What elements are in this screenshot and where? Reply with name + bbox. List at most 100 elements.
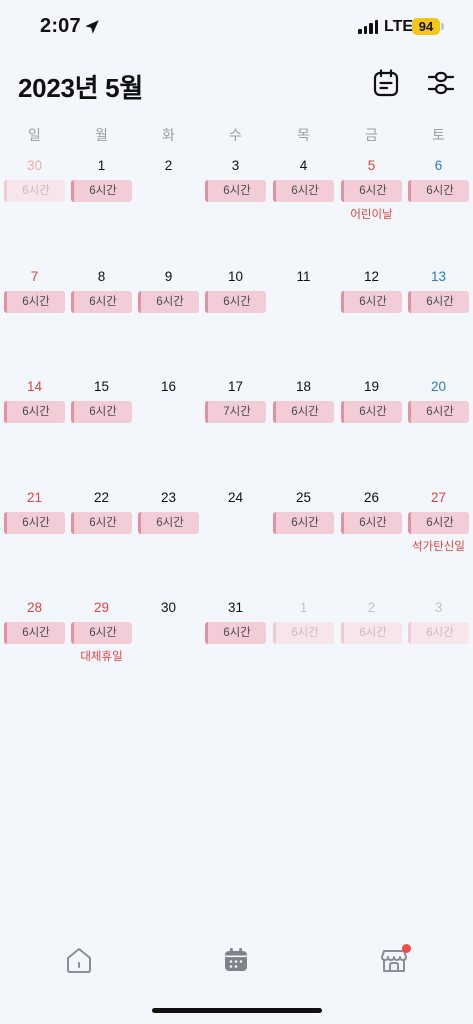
shift-badge[interactable]: 6시간 xyxy=(341,290,402,313)
shift-badge[interactable]: 6시간 xyxy=(71,622,132,644)
day-cell[interactable]: 1 6시간 xyxy=(68,150,135,260)
shift-badge[interactable]: 6시간 xyxy=(341,622,402,644)
tab-bar xyxy=(0,935,473,985)
day-number: 10 xyxy=(227,268,244,284)
weekday-label: 화 xyxy=(162,127,175,143)
shift-badge[interactable]: 6시간 xyxy=(205,180,266,202)
shift-badge[interactable]: 6시간 xyxy=(341,511,402,534)
battery-tip xyxy=(441,23,444,30)
day-cell[interactable]: 4 6시간 xyxy=(270,150,337,260)
shift-badge[interactable]: 6시간 xyxy=(4,180,65,202)
day-cell[interactable]: 9 6시간 xyxy=(135,261,202,371)
day-cell[interactable]: 3 6시간 xyxy=(405,592,472,702)
shift-badge[interactable]: 6시간 xyxy=(273,622,334,644)
week-row: 21 6시간 22 6시간 23 6시간 24 25 6시간 26 6시간 27 6시간 석가탄신일 xyxy=(0,482,473,592)
day-cell[interactable]: 16 xyxy=(135,371,202,481)
day-number: 7 xyxy=(30,268,39,284)
day-cell[interactable]: 26 6시간 xyxy=(338,482,405,592)
shift-badge[interactable]: 6시간 xyxy=(408,401,469,423)
day-number: 11 xyxy=(296,268,311,284)
day-cell[interactable]: 1 6시간 xyxy=(270,592,337,702)
tab-home[interactable] xyxy=(62,943,96,977)
shift-badge[interactable]: 6시간 xyxy=(341,180,402,202)
day-cell[interactable]: 20 6시간 xyxy=(405,371,472,481)
memo-icon xyxy=(373,69,399,97)
day-cell[interactable]: 3 6시간 xyxy=(202,150,269,260)
day-cell[interactable]: 18 6시간 xyxy=(270,371,337,481)
day-cell[interactable]: 30 xyxy=(135,592,202,702)
day-cell[interactable]: 23 6시간 xyxy=(135,482,202,592)
shift-badge[interactable]: 6시간 xyxy=(4,401,65,423)
day-cell[interactable]: 17 7시간 xyxy=(202,371,269,481)
day-number: 25 xyxy=(295,489,312,505)
shift-badge[interactable]: 6시간 xyxy=(273,401,334,423)
week-row: 7 6시간 8 6시간 9 6시간 10 6시간 11 12 6시간 13 6시간 xyxy=(0,261,473,371)
shift-badge[interactable]: 6시간 xyxy=(4,290,65,313)
shift-badge[interactable]: 6시간 xyxy=(4,511,65,534)
network-label: LTE xyxy=(384,18,414,35)
shift-badge[interactable]: 6시간 xyxy=(408,622,469,644)
week-row: 28 6시간 29 6시간 대체휴일 30 31 6시간 1 6시간 2 6시간 3 6시간 xyxy=(0,592,473,702)
day-cell[interactable]: 22 6시간 xyxy=(68,482,135,592)
shift-badge[interactable]: 6시간 xyxy=(273,511,334,534)
shift-badge[interactable]: 6시간 xyxy=(273,180,334,202)
shift-badge[interactable]: 6시간 xyxy=(138,511,199,534)
day-cell[interactable]: 8 6시간 xyxy=(68,261,135,371)
day-number: 12 xyxy=(363,268,380,284)
day-number: 31 xyxy=(227,600,244,615)
day-cell[interactable]: 7 6시간 xyxy=(1,261,68,371)
filter-button[interactable] xyxy=(425,67,457,99)
shift-badge[interactable]: 6시간 xyxy=(138,290,199,313)
day-number: 3 xyxy=(231,158,240,173)
day-number: 19 xyxy=(363,379,380,394)
day-number: 6 xyxy=(434,158,443,173)
day-cell[interactable]: 30 6시간 xyxy=(1,150,68,260)
day-number: 2 xyxy=(164,158,173,173)
tab-calendar[interactable] xyxy=(219,943,253,977)
shift-badge[interactable]: 6시간 xyxy=(71,180,132,202)
day-cell[interactable]: 2 xyxy=(135,150,202,260)
day-number: 22 xyxy=(93,489,110,505)
shift-badge[interactable]: 6시간 xyxy=(341,401,402,423)
shift-badge[interactable]: 7시간 xyxy=(205,401,266,423)
day-cell[interactable]: 19 6시간 xyxy=(338,371,405,481)
memo-button[interactable] xyxy=(370,67,402,99)
day-cell[interactable]: 24 xyxy=(202,482,269,592)
day-cell[interactable]: 15 6시간 xyxy=(68,371,135,481)
day-cell[interactable]: 31 6시간 xyxy=(202,592,269,702)
shift-badge[interactable]: 6시간 xyxy=(71,401,132,423)
day-cell[interactable]: 27 6시간 석가탄신일 xyxy=(405,482,472,592)
day-cell[interactable]: 21 6시간 xyxy=(1,482,68,592)
day-cell[interactable]: 28 6시간 xyxy=(1,592,68,702)
day-cell[interactable]: 2 6시간 xyxy=(338,592,405,702)
day-cell[interactable]: 6 6시간 xyxy=(405,150,472,260)
day-number: 3 xyxy=(434,600,443,615)
shift-badge[interactable]: 6시간 xyxy=(71,290,132,313)
location-arrow-icon xyxy=(85,20,99,34)
tab-store[interactable] xyxy=(377,943,411,977)
day-number: 9 xyxy=(164,268,173,284)
day-number: 21 xyxy=(26,489,43,505)
month-title[interactable]: 2023년 5월 xyxy=(18,68,143,105)
day-number: 1 xyxy=(299,600,308,615)
shift-badge[interactable]: 6시간 xyxy=(4,622,65,644)
day-number: 8 xyxy=(97,268,106,284)
day-cell[interactable]: 5 6시간 어린이날 xyxy=(338,150,405,260)
day-number: 30 xyxy=(160,600,177,615)
shift-badge[interactable]: 6시간 xyxy=(408,290,469,313)
day-cell[interactable]: 12 6시간 xyxy=(338,261,405,371)
shift-badge[interactable]: 6시간 xyxy=(205,290,266,313)
day-cell[interactable]: 25 6시간 xyxy=(270,482,337,592)
shift-badge[interactable]: 6시간 xyxy=(408,511,469,534)
weekday-header: 일 월 화 수 목 금 토 xyxy=(0,125,473,147)
day-cell[interactable]: 11 xyxy=(270,261,337,371)
notification-badge xyxy=(402,944,411,953)
day-number: 27 xyxy=(430,489,447,505)
shift-badge[interactable]: 6시간 xyxy=(71,511,132,534)
shift-badge[interactable]: 6시간 xyxy=(408,180,469,202)
day-cell[interactable]: 29 6시간 대체휴일 xyxy=(68,592,135,702)
shift-badge[interactable]: 6시간 xyxy=(205,622,266,644)
day-cell[interactable]: 10 6시간 xyxy=(202,261,269,371)
day-cell[interactable]: 14 6시간 xyxy=(1,371,68,481)
day-cell[interactable]: 13 6시간 xyxy=(405,261,472,371)
